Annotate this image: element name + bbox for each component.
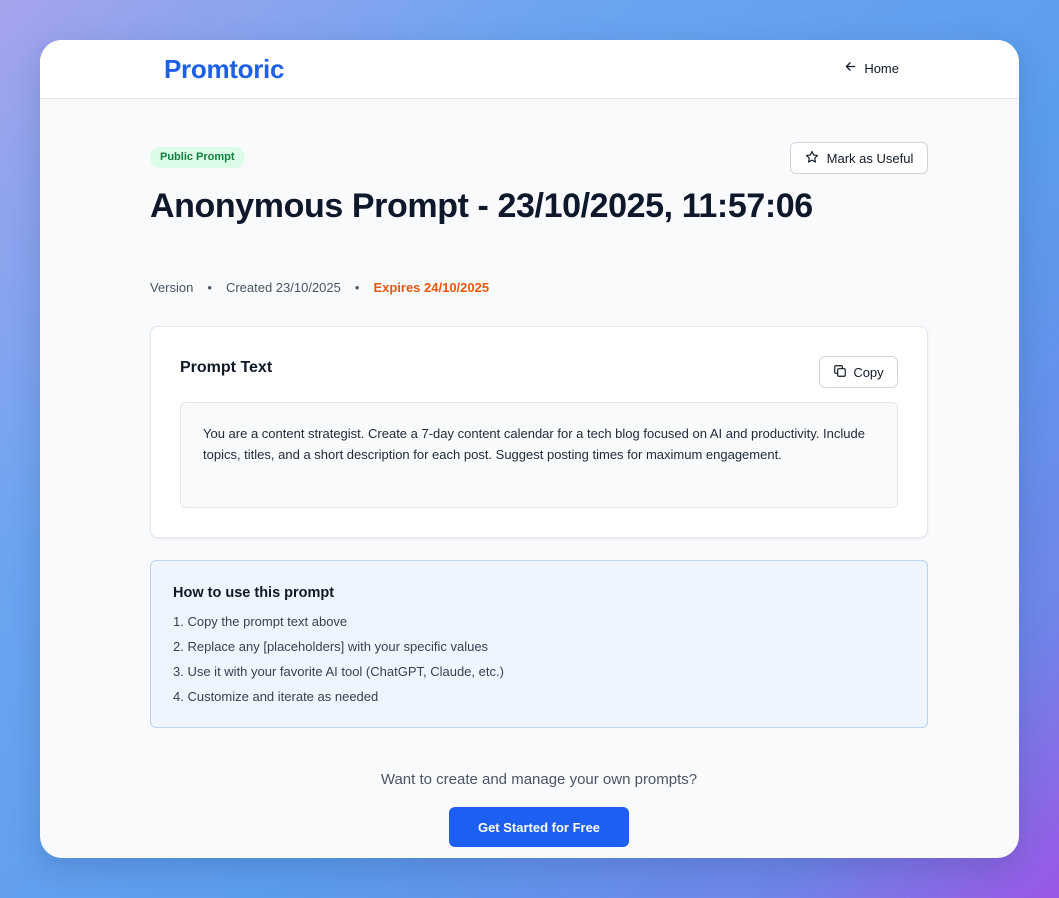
meta-separator: • — [354, 280, 360, 295]
list-item: 3. Use it with your favorite AI tool (Ch… — [173, 664, 504, 679]
created-date: Created 23/10/2025 — [225, 280, 341, 295]
list-item: 1. Copy the prompt text above — [173, 614, 348, 629]
how-to-use-panel: How to use this prompt 1. Copy the promp… — [150, 560, 928, 728]
mark-as-useful-label: Mark as Useful — [826, 150, 914, 166]
copy-button-label: Copy — [853, 364, 884, 380]
page-title: Anonymous Prompt - 23/10/2025, 11:57:06 — [150, 187, 813, 225]
brand-logo[interactable]: Promtoric — [164, 54, 284, 85]
get-started-button[interactable]: Get Started for Free — [449, 807, 629, 847]
how-to-steps: 1. Copy the prompt text above 2. Replace… — [173, 609, 905, 709]
expires-date: Expires 24/10/2025 — [373, 280, 490, 295]
prompt-text-card: Prompt Text Copy You are a content strat… — [150, 326, 928, 538]
prompt-meta: Version • Created 23/10/2025 • Expires 2… — [150, 280, 489, 295]
meta-separator: • — [207, 280, 212, 295]
app-window: Promtoric Home Public Prompt Mark as Use… — [40, 40, 1019, 858]
mark-as-useful-button[interactable]: Mark as Useful — [790, 142, 928, 174]
home-link-label: Home — [864, 60, 899, 76]
cta-text: Want to create and manage your own promp… — [380, 771, 698, 788]
list-item: 2. Replace any [placeholders] with your … — [173, 639, 489, 654]
list-item: 4. Customize and iterate as needed — [173, 689, 379, 704]
copy-button[interactable]: Copy — [819, 356, 898, 388]
top-header: Promtoric Home — [40, 40, 1019, 99]
prompt-text-content[interactable]: You are a content strategist. Create a 7… — [180, 402, 898, 508]
how-to-use-title: How to use this prompt — [173, 585, 335, 601]
star-icon — [805, 150, 819, 167]
public-prompt-badge: Public Prompt — [150, 147, 245, 168]
home-link[interactable]: Home — [844, 60, 899, 76]
prompt-text-title: Prompt Text — [180, 359, 273, 376]
version-label: Version — [150, 280, 194, 295]
copy-icon — [833, 364, 847, 381]
arrow-left-icon — [844, 60, 857, 76]
